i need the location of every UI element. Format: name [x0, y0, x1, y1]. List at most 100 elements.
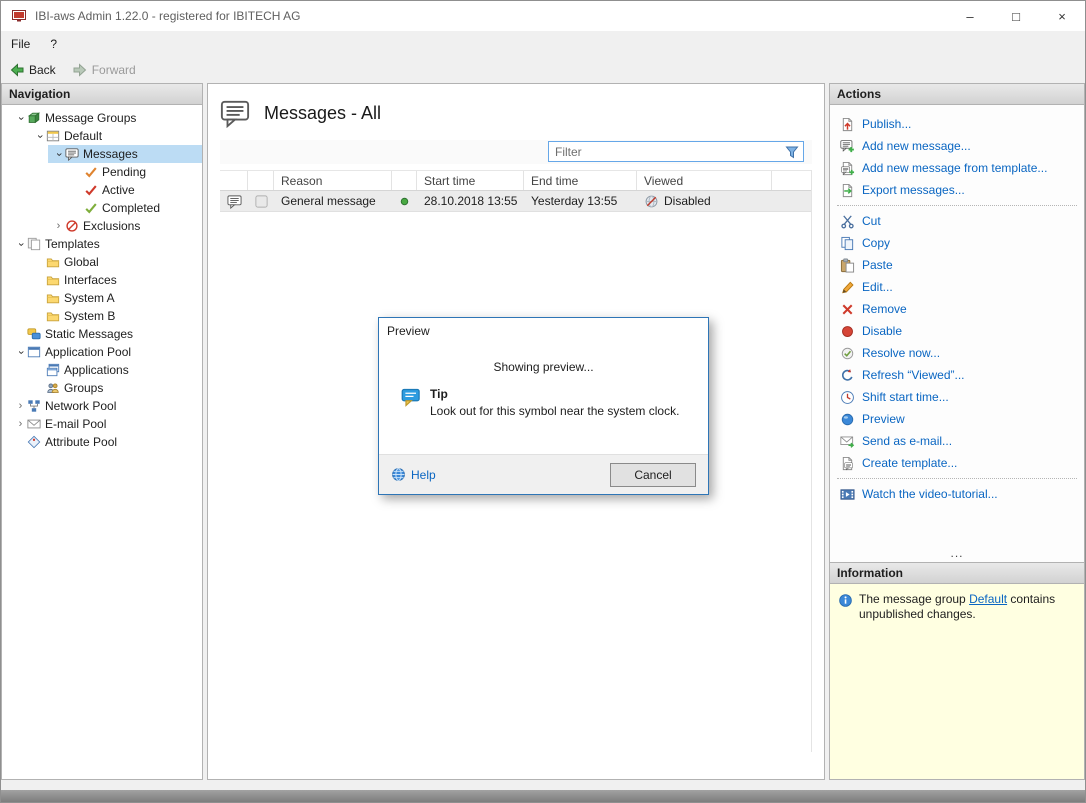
static-messages-icon	[27, 328, 41, 340]
tree-item-static-messages[interactable]: Static Messages	[2, 325, 202, 343]
maximize-button[interactable]: □	[993, 1, 1039, 31]
column-viewed[interactable]: Viewed	[637, 171, 772, 190]
message-note-icon	[254, 194, 268, 208]
action-cut[interactable]: Cut	[830, 210, 1084, 232]
help-globe-icon	[391, 467, 406, 482]
action-publish[interactable]: Publish...	[830, 113, 1084, 135]
action-label: Watch the video-tutorial...	[862, 487, 998, 501]
back-button[interactable]: Back	[1, 57, 64, 82]
column-start-time[interactable]: Start time	[417, 171, 524, 190]
viewed-status-text: Disabled	[664, 194, 711, 208]
action-label: Send as e-mail...	[862, 434, 953, 448]
action-disable[interactable]: Disable	[830, 320, 1084, 342]
chevron-collapsed-icon[interactable]: ›	[14, 418, 27, 430]
cancel-button[interactable]: Cancel	[610, 462, 696, 487]
actions-overflow-indicator[interactable]: ...	[830, 546, 1084, 562]
filter-input[interactable]	[549, 144, 784, 159]
actions-divider	[837, 205, 1077, 206]
action-resolve-now[interactable]: Resolve now...	[830, 342, 1084, 364]
tree-item-message-groups[interactable]: › Message Groups	[2, 109, 202, 127]
action-add-new-message-from-template[interactable]: Add new message from template...	[830, 157, 1084, 179]
filter-box	[548, 141, 804, 162]
action-export-messages[interactable]: Export messages...	[830, 179, 1084, 201]
tree-item-interfaces[interactable]: Interfaces	[2, 271, 202, 289]
actions-divider	[837, 478, 1077, 479]
tree-item-applications[interactable]: Applications	[2, 361, 202, 379]
chevron-expanded-icon[interactable]: ›	[15, 346, 27, 359]
folder-icon	[46, 291, 60, 305]
action-label: Shift start time...	[862, 390, 949, 404]
action-paste[interactable]: Paste	[830, 254, 1084, 276]
tree-item-active[interactable]: Active	[2, 181, 202, 199]
pending-icon	[84, 165, 98, 179]
tree-item-default[interactable]: › Default	[2, 127, 202, 145]
minimize-button[interactable]: –	[947, 1, 993, 31]
toolbar: Back Forward	[1, 57, 1085, 82]
help-link[interactable]: Help	[391, 467, 436, 482]
default-group-link[interactable]: Default	[969, 592, 1007, 606]
tree-item-label: Messages	[83, 147, 138, 161]
action-add-new-message[interactable]: Add new message...	[830, 135, 1084, 157]
tree-item-pending[interactable]: Pending	[2, 163, 202, 181]
tree-item-system-a[interactable]: System A	[2, 289, 202, 307]
chevron-expanded-icon[interactable]: ›	[15, 112, 27, 125]
menu-file[interactable]: File	[1, 31, 40, 57]
column-status-dot[interactable]	[392, 171, 417, 190]
tree-item-email-pool[interactable]: › E-mail Pool	[2, 415, 202, 433]
chevron-collapsed-icon[interactable]: ›	[52, 220, 65, 232]
help-label: Help	[411, 467, 436, 482]
table-row[interactable]: General message 28.10.2018 13:55 Yesterd…	[220, 191, 811, 212]
action-create-template[interactable]: Create template...	[830, 452, 1084, 474]
tree-item-completed[interactable]: Completed	[2, 199, 202, 217]
tree-item-messages[interactable]: › Messages	[2, 145, 202, 163]
action-send-as-email[interactable]: Send as e-mail...	[830, 430, 1084, 452]
tree-item-network-pool[interactable]: › Network Pool	[2, 397, 202, 415]
window-controls: – □ ×	[947, 1, 1085, 31]
column-filler	[772, 171, 811, 190]
send-as-email-icon	[840, 434, 855, 448]
tree-item-groups[interactable]: Groups	[2, 379, 202, 397]
action-refresh-viewed[interactable]: Refresh “Viewed”...	[830, 364, 1084, 386]
shift-start-time-icon	[840, 390, 855, 405]
tree-item-label: System B	[64, 309, 116, 323]
content-area: Navigation › Message Groups › Default › …	[1, 82, 1085, 790]
action-watch-video-tutorial[interactable]: Watch the video-tutorial...	[830, 483, 1084, 505]
chevron-collapsed-icon[interactable]: ›	[14, 400, 27, 412]
tree-item-global[interactable]: Global	[2, 253, 202, 271]
tree-item-templates[interactable]: › Templates	[2, 235, 202, 253]
tree-item-label: E-mail Pool	[45, 417, 107, 431]
title-bar[interactable]: IBI-aws Admin 1.22.0 - registered for IB…	[1, 1, 1085, 31]
column-reason[interactable]: Reason	[274, 171, 392, 190]
navigation-tree: › Message Groups › Default › Messages Pe…	[2, 105, 202, 451]
chevron-expanded-icon[interactable]: ›	[34, 130, 46, 143]
navigation-panel: Navigation › Message Groups › Default › …	[1, 83, 203, 780]
action-copy[interactable]: Copy	[830, 232, 1084, 254]
action-remove[interactable]: Remove	[830, 298, 1084, 320]
attribute-pool-icon	[27, 435, 41, 449]
tree-item-system-b[interactable]: System B	[2, 307, 202, 325]
cell-reason: General message	[281, 194, 376, 208]
chevron-expanded-icon[interactable]: ›	[15, 238, 27, 251]
forward-button[interactable]: Forward	[64, 57, 144, 82]
column-state-icon[interactable]	[248, 171, 274, 190]
menu-help[interactable]: ?	[40, 31, 67, 57]
dialog-status-text: Showing preview...	[493, 360, 594, 374]
filter-funnel-icon[interactable]	[784, 144, 800, 160]
app-icon	[12, 10, 26, 22]
column-message-icon[interactable]	[220, 171, 248, 190]
exclusions-icon	[66, 220, 78, 232]
action-edit[interactable]: Edit...	[830, 276, 1084, 298]
action-shift-start-time[interactable]: Shift start time...	[830, 386, 1084, 408]
column-end-time[interactable]: End time	[524, 171, 637, 190]
chevron-expanded-icon[interactable]: ›	[53, 148, 65, 161]
tree-item-label: Exclusions	[83, 219, 141, 233]
remove-icon	[842, 304, 853, 314]
close-button[interactable]: ×	[1039, 1, 1085, 31]
tree-item-attribute-pool[interactable]: Attribute Pool	[2, 433, 202, 451]
tip-text: Look out for this symbol near the system…	[430, 404, 680, 418]
tip-title: Tip	[430, 387, 448, 401]
tree-item-exclusions[interactable]: › Exclusions	[2, 217, 202, 235]
tree-item-label: Attribute Pool	[45, 435, 118, 449]
tree-item-application-pool[interactable]: › Application Pool	[2, 343, 202, 361]
action-preview[interactable]: Preview	[830, 408, 1084, 430]
